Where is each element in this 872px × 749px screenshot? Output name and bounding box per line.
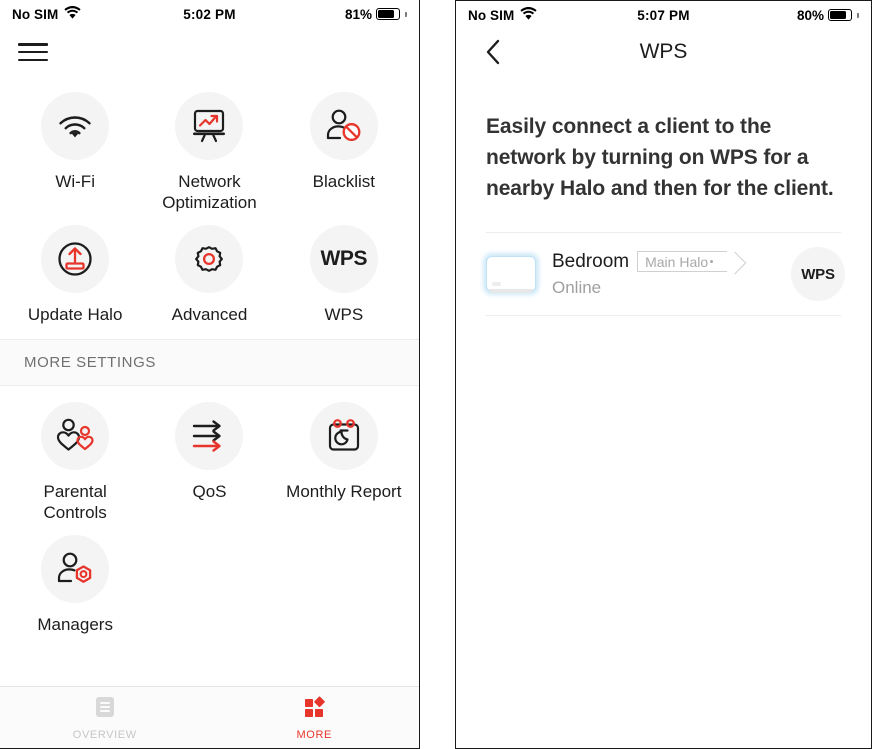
page-title: WPS	[639, 40, 688, 63]
grid-item-blacklist[interactable]: Blacklist	[277, 86, 411, 213]
left-header	[0, 28, 419, 76]
wps-icon-label: WPS	[320, 247, 368, 270]
grid-item-label: QoS	[192, 482, 227, 501]
grid-item-wifi[interactable]: Wi-Fi	[8, 86, 142, 213]
left-status-bar: No SIM 5:02 PM 81%	[0, 0, 419, 28]
device-name: Bedroom	[552, 250, 630, 272]
device-body	[486, 256, 536, 292]
grid-item-label: Managers	[37, 615, 113, 634]
parent-child-heart-icon	[41, 402, 110, 470]
network-optimization-chart-icon	[175, 92, 244, 160]
more-settings-section-header: MORE SETTINGS	[0, 339, 419, 386]
grid-item-advanced[interactable]: Advanced	[142, 219, 276, 325]
hamburger-menu-icon[interactable]	[18, 43, 48, 61]
wps-text-icon: WPS	[309, 225, 378, 293]
device-name-line: Bedroom Main Halo	[552, 251, 775, 273]
tag-dot	[710, 260, 714, 263]
grid-squares-icon	[302, 695, 326, 724]
gear-icon	[175, 225, 244, 293]
grid-item-label: Update Halo	[27, 305, 123, 324]
grid-item-qos[interactable]: QoS	[142, 396, 276, 523]
wifi-icon	[520, 7, 537, 23]
right-phone-screen: No SIM 5:07 PM 80% WPS Easily connect a …	[455, 0, 872, 749]
status-bar-left: No SIM	[12, 6, 81, 22]
status-bar-right: 81%	[345, 7, 407, 22]
grid-item-label: Monthly Report	[286, 482, 402, 501]
halo-device-row[interactable]: Bedroom Main Halo Online WPS	[456, 233, 871, 315]
tab-label: MORE	[296, 728, 332, 741]
user-blocked-icon	[309, 92, 378, 160]
user-hexagon-gear-icon	[41, 535, 110, 603]
device-status: Online	[552, 277, 602, 297]
battery-percent-label: 80%	[796, 7, 824, 23]
tab-more[interactable]: MORE	[210, 687, 420, 748]
screenshot-root: No SIM 5:02 PM 81% Wi-Fi Network Optimiz…	[0, 0, 872, 749]
grid-item-label: Blacklist	[312, 172, 375, 191]
grid-item-label: Advanced	[171, 305, 248, 324]
chevron-left-icon[interactable]	[480, 37, 506, 67]
grid-item-label: WPS	[324, 305, 364, 324]
grid-item-label: Network Optimization	[162, 172, 257, 212]
battery-icon	[376, 8, 400, 20]
main-halo-tag: Main Halo	[637, 251, 728, 272]
grid-item-managers[interactable]: Managers	[8, 529, 142, 635]
grid-item-label: Parental Controls	[43, 482, 107, 522]
calendar-moon-icon	[309, 402, 378, 470]
main-settings-grid: Wi-Fi Network Optimization Blacklist Upd…	[0, 76, 419, 339]
divider-bottom	[486, 315, 841, 316]
battery-nub	[857, 12, 859, 18]
more-settings-grid: Parental Controls QoS Monthly Report Man…	[0, 386, 419, 649]
grid-item-wps[interactable]: WPS WPS	[277, 219, 411, 325]
tab-label: OVERVIEW	[72, 728, 137, 741]
hamburger-line	[18, 43, 48, 46]
upload-update-icon	[41, 225, 110, 293]
wps-navigation-bar: WPS	[456, 29, 871, 75]
grid-item-label: Wi-Fi	[55, 172, 95, 191]
carrier-label: No SIM	[12, 6, 59, 22]
battery-icon	[828, 9, 852, 21]
bottom-tab-bar: OVERVIEW MORE	[0, 686, 419, 748]
left-phone-screen: No SIM 5:02 PM 81% Wi-Fi Network Optimiz…	[0, 0, 420, 749]
list-overview-icon	[94, 695, 116, 724]
battery-percent-label: 81%	[344, 6, 372, 22]
wifi-icon	[41, 92, 110, 160]
arrows-priority-icon	[175, 402, 244, 470]
status-bar-left: No SIM	[468, 7, 537, 23]
device-port	[492, 282, 501, 286]
wps-action-button[interactable]: WPS	[791, 247, 845, 301]
wps-intro-text: Easily connect a client to the network b…	[486, 115, 834, 200]
hamburger-line	[18, 50, 48, 54]
wifi-icon	[64, 6, 81, 22]
grid-item-network-optimization[interactable]: Network Optimization	[142, 86, 276, 213]
main-halo-tag-label: Main Halo	[645, 253, 709, 270]
grid-item-update-halo[interactable]: Update Halo	[8, 219, 142, 325]
tab-overview[interactable]: OVERVIEW	[0, 687, 210, 748]
battery-nub	[405, 11, 407, 17]
right-status-bar: No SIM 5:07 PM 80%	[456, 1, 871, 29]
device-base	[489, 289, 533, 293]
grid-item-monthly-report[interactable]: Monthly Report	[277, 396, 411, 523]
carrier-label: No SIM	[468, 7, 515, 23]
device-info: Bedroom Main Halo Online	[552, 251, 775, 298]
status-bar-right: 80%	[797, 8, 859, 23]
halo-device-icon	[483, 253, 539, 295]
hamburger-line	[18, 58, 48, 61]
grid-item-parental-controls[interactable]: Parental Controls	[8, 396, 142, 523]
